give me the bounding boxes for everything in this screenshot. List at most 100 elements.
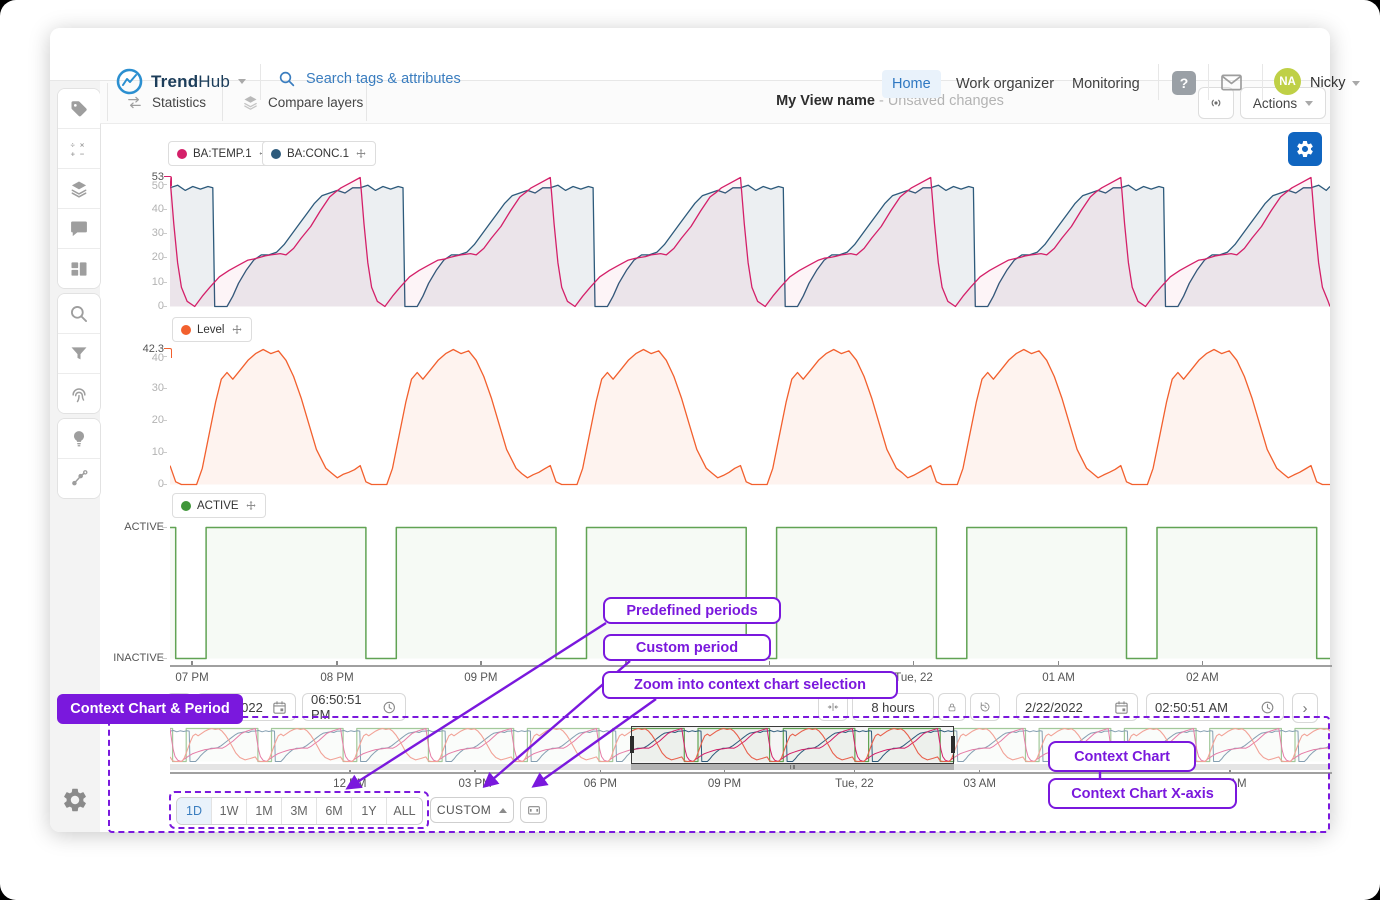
move-icon xyxy=(232,324,241,334)
svg-text:×: × xyxy=(80,140,85,149)
trendhub-logo-icon xyxy=(116,68,143,95)
layers-icon xyxy=(244,95,257,110)
x-axis-tick-label: 09 PM xyxy=(464,672,498,684)
period-1y-button[interactable]: 1Y xyxy=(352,798,387,824)
level-chart-plot[interactable] xyxy=(170,348,1330,486)
swap-arrows-icon xyxy=(128,96,141,108)
tab-work-organizer[interactable]: Work organizer xyxy=(946,70,1064,98)
legend-active[interactable]: ACTIVE xyxy=(172,493,266,518)
calendar-icon xyxy=(273,700,286,714)
chevron-down-icon xyxy=(238,79,247,84)
x-axis-tick-label: 06 PM xyxy=(583,778,617,790)
view-name: My View name xyxy=(776,93,875,109)
fit-arrows-icon xyxy=(827,703,839,711)
divider xyxy=(260,64,261,100)
y-axis-tick-label: 30 xyxy=(151,382,164,395)
start-time-input[interactable]: 06:50:51 PM xyxy=(302,692,406,722)
sidebar-button-recommendations[interactable] xyxy=(58,419,100,459)
period-1d-button[interactable]: 1D xyxy=(177,798,212,824)
x-axis-tick-label: 12 PM xyxy=(333,778,367,790)
end-time-value: 02:50:51 AM xyxy=(1155,699,1228,715)
y-axis-tick-label: 20 xyxy=(151,251,164,264)
compare-layers-label: Compare layers xyxy=(268,94,364,110)
settings-gear-icon xyxy=(64,788,86,812)
sidebar-button-dashboard[interactable] xyxy=(58,249,100,288)
sidebar-button-impact-analysis[interactable] xyxy=(58,459,100,498)
legend-label: Level xyxy=(197,323,225,336)
lock-duration-button[interactable] xyxy=(938,693,966,721)
series-color-dot xyxy=(271,148,281,159)
sidebar-button-fingerprint[interactable] xyxy=(58,374,100,413)
idea-icon xyxy=(73,430,85,446)
divider xyxy=(1158,64,1159,100)
y-axis-tick-label: INACTIVE xyxy=(113,652,164,664)
series-color-dot xyxy=(181,500,191,511)
legend-ba-conc[interactable]: BA:CONC.1 xyxy=(262,141,376,166)
end-date-input[interactable]: 2/22/2022 xyxy=(1016,693,1138,721)
period-3m-button[interactable]: 3M xyxy=(282,798,317,824)
context-fade-left xyxy=(170,726,631,764)
period-6m-button[interactable]: 6M xyxy=(317,798,352,824)
app-logo[interactable]: TrendHub xyxy=(116,68,247,95)
sidebar-button-tags[interactable] xyxy=(58,89,100,129)
search-placeholder: Search tags & attributes xyxy=(306,71,461,87)
callout-context-chart: Context Chart xyxy=(1048,741,1196,772)
end-time-input[interactable]: 02:50:51 AM xyxy=(1146,693,1284,721)
tab-home[interactable]: Home xyxy=(882,70,941,98)
context-selection-box[interactable] xyxy=(629,726,956,764)
callout-context-chart-period: Context Chart & Period xyxy=(57,694,243,724)
svg-text:−: − xyxy=(80,149,85,158)
legend-level[interactable]: Level xyxy=(172,317,252,342)
y-axis-tick xyxy=(162,388,167,390)
context-x-axis-line xyxy=(170,772,1332,774)
y-axis-tick xyxy=(162,452,167,454)
callout-predefined-periods: Predefined periods xyxy=(603,597,781,624)
x-axis-tick-label: 02 AM xyxy=(1186,672,1219,684)
clock-icon xyxy=(384,701,396,713)
y-axis-tick xyxy=(162,208,167,210)
tag-icon xyxy=(71,100,87,116)
selection-handle-left[interactable] xyxy=(629,736,634,753)
legend-label: BA:CONC.1 xyxy=(287,147,349,160)
selection-handle-right[interactable] xyxy=(951,736,956,753)
mail-button[interactable] xyxy=(1220,73,1243,97)
svg-text:+: + xyxy=(71,149,76,158)
filter-icon xyxy=(71,346,87,359)
sidebar-button-layers[interactable] xyxy=(58,169,100,209)
start-time-value: 06:50:51 PM xyxy=(311,692,362,722)
y-axis-tick xyxy=(162,420,167,422)
series-color-dot xyxy=(177,148,187,159)
comment-icon xyxy=(71,221,87,236)
custom-period-button[interactable]: CUSTOM xyxy=(430,797,514,823)
history-icon xyxy=(980,702,990,712)
search-input[interactable]: Search tags & attributes xyxy=(278,70,461,88)
fingerprint-icon xyxy=(72,387,86,402)
x-axis-tick-label: 07 PM xyxy=(175,672,209,684)
user-menu[interactable]: Nicky xyxy=(1310,75,1361,91)
temp-conc-chart-plot[interactable] xyxy=(170,176,1330,308)
sidebar-button-search[interactable] xyxy=(58,294,100,334)
reset-period-button[interactable] xyxy=(970,693,1000,721)
dashboard-icon xyxy=(71,261,87,276)
y-axis-tick xyxy=(162,257,167,259)
zoom-to-selection-button[interactable] xyxy=(520,797,547,823)
calculations-icon: ÷ × + − xyxy=(71,140,85,158)
period-1m-button[interactable]: 1M xyxy=(247,798,282,824)
y-axis-tick-label: 30 xyxy=(151,226,164,239)
tab-monitoring[interactable]: Monitoring xyxy=(1062,70,1150,98)
actions-label: Actions xyxy=(1252,95,1298,111)
chart-settings-button[interactable] xyxy=(1288,132,1322,166)
avatar[interactable]: NA xyxy=(1274,68,1301,95)
sidebar-button-settings[interactable] xyxy=(61,786,89,819)
callout-zoom-selection: Zoom into context chart selection xyxy=(602,671,898,699)
context-scroll-thumb[interactable] xyxy=(630,764,955,770)
y-axis-tick xyxy=(162,527,167,528)
sidebar-button-filter[interactable] xyxy=(58,334,100,374)
period-all-button[interactable]: ALL xyxy=(387,798,422,824)
sidebar-button-comments[interactable] xyxy=(58,209,100,249)
sidebar-group-data: ÷ × + − xyxy=(57,88,101,289)
help-button[interactable]: ? xyxy=(1172,71,1196,95)
period-1w-button[interactable]: 1W xyxy=(212,798,247,824)
shift-forward-button[interactable]: › xyxy=(1292,693,1318,723)
sidebar-button-calculations[interactable]: ÷ × + − xyxy=(58,129,100,169)
